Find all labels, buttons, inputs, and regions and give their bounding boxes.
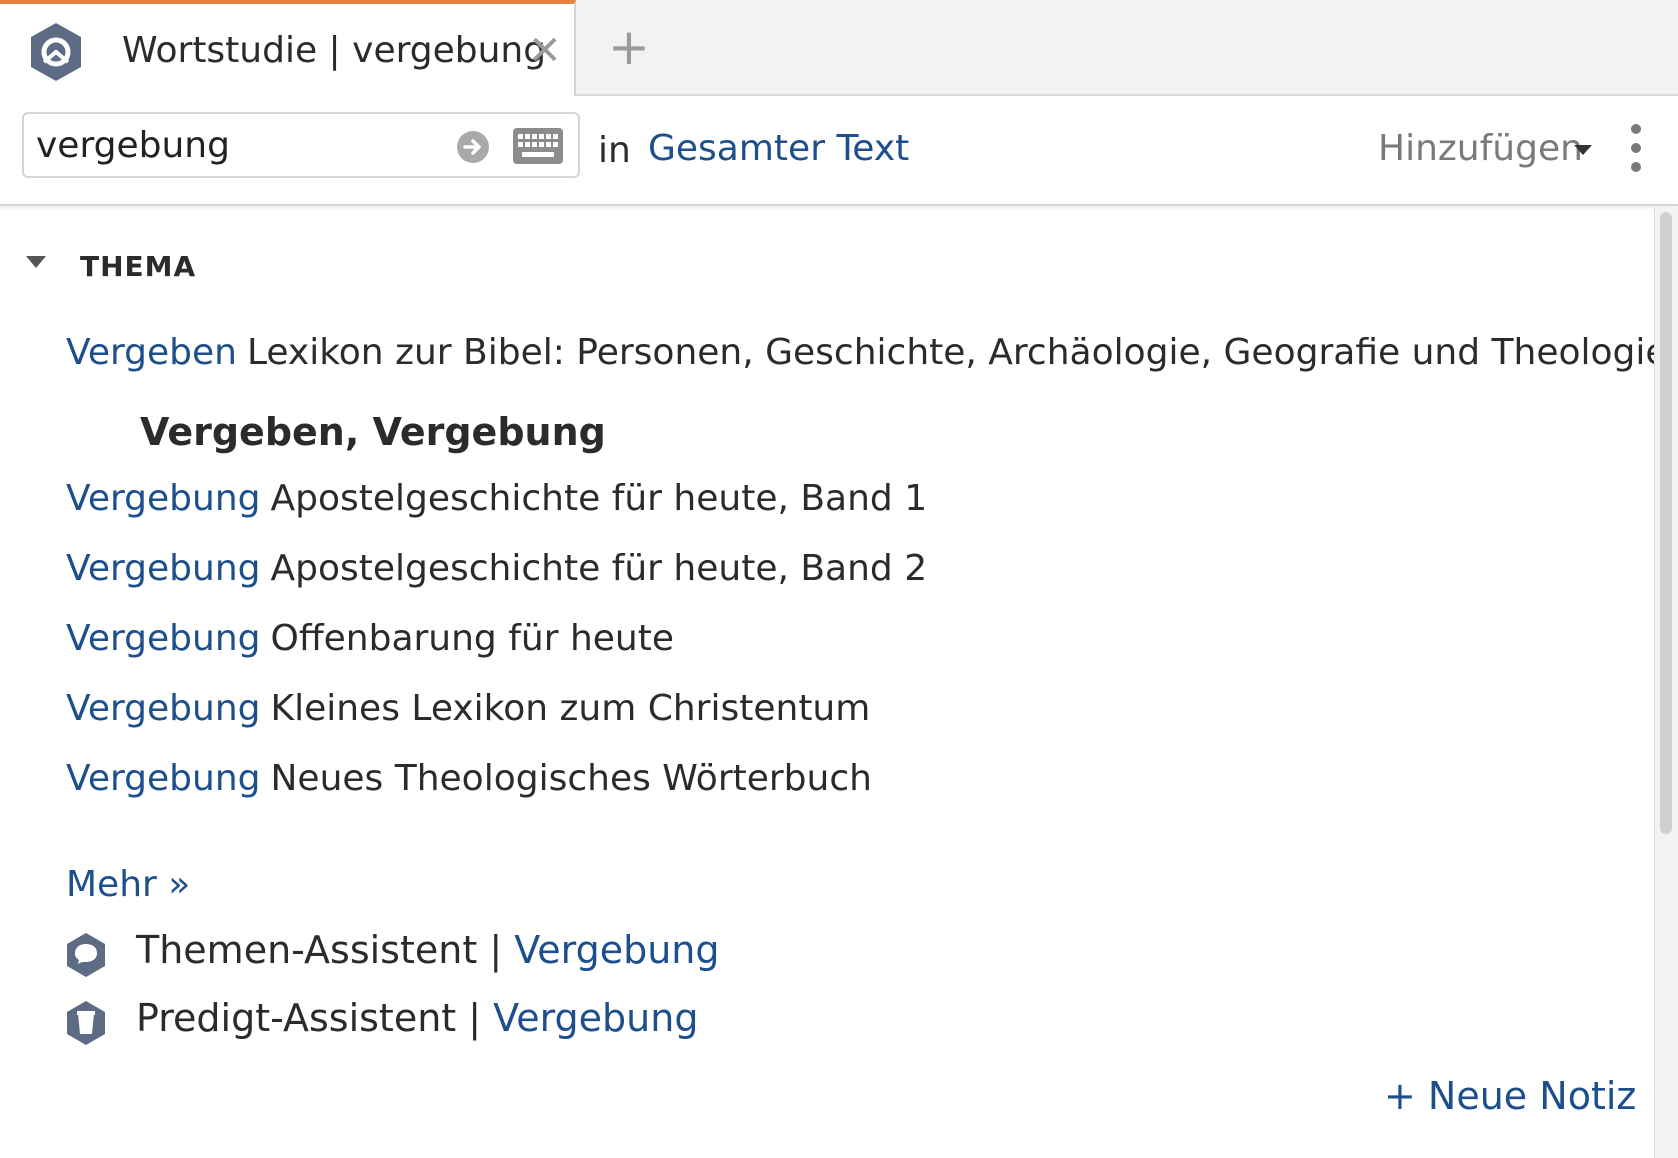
topic-link[interactable]: Vergebung xyxy=(66,478,260,519)
list-item: Vergeben Lexikon zur Bibel: Personen, Ges… xyxy=(66,332,1678,373)
resource-title: Offenbarung für heute xyxy=(270,618,675,659)
add-dropdown[interactable]: Hinzufügen xyxy=(1378,128,1583,169)
more-options-icon[interactable] xyxy=(1622,124,1650,172)
logos-guide-icon xyxy=(31,23,81,81)
sermon-guide-link[interactable]: Vergebung xyxy=(493,996,698,1040)
sermon-guide-icon xyxy=(67,1001,105,1045)
list-item: Vergebung Offenbarung für heute xyxy=(66,618,674,659)
topic-guide-link[interactable]: Vergebung xyxy=(514,928,719,972)
keyboard-icon[interactable] xyxy=(512,126,564,166)
new-note-button[interactable]: + Neue Notiz xyxy=(1384,1074,1636,1118)
scrollbar[interactable] xyxy=(1654,208,1678,1158)
article-heading: Vergeben, Vergebung xyxy=(140,410,606,454)
scrollbar-thumb[interactable] xyxy=(1660,212,1672,834)
topic-link[interactable]: Vergebung xyxy=(66,618,260,659)
caret-down-icon[interactable] xyxy=(1574,145,1592,155)
topic-link[interactable]: Vergebung xyxy=(66,688,260,729)
resource-title: Apostelgeschichte für heute, Band 2 xyxy=(270,548,928,589)
topic-link[interactable]: Vergeben xyxy=(66,332,237,373)
scope-link[interactable]: Gesamter Text xyxy=(648,128,909,169)
content-panel: THEMA Vergeben Lexikon zur Bibel: Persone… xyxy=(0,208,1678,1158)
search-box xyxy=(22,112,580,178)
section-title: THEMA xyxy=(80,250,197,283)
resource-title: Kleines Lexikon zum Christentum xyxy=(270,688,871,729)
topic-link[interactable]: Vergebung xyxy=(66,548,260,589)
list-item: Vergebung Kleines Lexikon zum Christentum xyxy=(66,688,870,729)
list-item: Vergebung Apostelgeschichte für heute, Ba… xyxy=(66,548,927,589)
list-item: Vergebung Neues Theologisches Wörterbuch xyxy=(66,758,872,799)
tab-wortstudie[interactable]: Wortstudie | vergebung ✕ xyxy=(0,0,576,98)
resource-title: Neues Theologisches Wörterbuch xyxy=(270,758,872,799)
search-input[interactable] xyxy=(36,122,446,168)
tab-bar: Wortstudie | vergebung ✕ + xyxy=(0,0,1678,98)
tab-title: Wortstudie | vergebung xyxy=(122,30,547,71)
arrow-right-circle-icon[interactable] xyxy=(456,130,490,164)
close-icon[interactable]: ✕ xyxy=(528,31,562,71)
in-label: in xyxy=(598,130,631,171)
topic-link[interactable]: Vergebung xyxy=(66,758,260,799)
add-tab-button[interactable]: + xyxy=(604,22,654,72)
resource-title: Lexikon zur Bibel: Personen, Geschichte,… xyxy=(246,332,1678,373)
collapse-triangle-icon[interactable] xyxy=(26,256,46,268)
assistant-label: Themen-Assistent | xyxy=(136,928,515,972)
topic-guide-icon xyxy=(67,933,105,977)
more-link[interactable]: Mehr » xyxy=(66,864,190,905)
resource-title: Apostelgeschichte für heute, Band 1 xyxy=(270,478,928,519)
assistant-label: Predigt-Assistent | xyxy=(136,996,494,1040)
list-item: Vergebung Apostelgeschichte für heute, Ba… xyxy=(66,478,927,519)
toolbar: in Gesamter Text Hinzufügen xyxy=(0,96,1678,206)
